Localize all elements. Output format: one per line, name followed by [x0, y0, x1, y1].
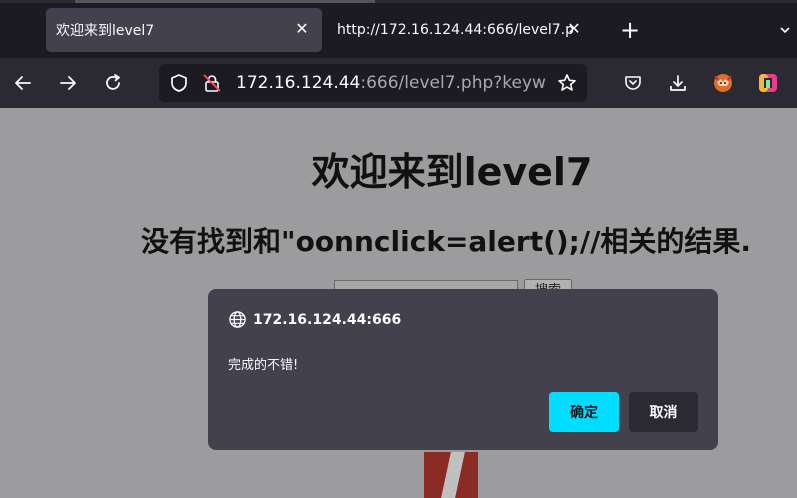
search-result-text: 没有找到和"oonnclick=alert();//相关的结果.	[141, 225, 751, 258]
reload-icon[interactable]	[100, 70, 126, 96]
close-tab-icon[interactable]: ✕	[566, 21, 582, 37]
pocket-icon[interactable]	[620, 70, 646, 96]
back-icon[interactable]	[10, 70, 36, 96]
insecure-lock-icon[interactable]	[202, 73, 222, 93]
close-tab-icon[interactable]: ✕	[294, 21, 310, 37]
cancel-button[interactable]: 取消	[629, 392, 698, 432]
url-text[interactable]: 172.16.124.44:666/level7.php?keyword	[236, 73, 546, 93]
page-heading: 欢迎来到level7	[311, 150, 593, 194]
url-host: 172.16.124.44	[236, 73, 361, 93]
tab-title: 欢迎来到level7	[56, 23, 155, 39]
nav-toolbar: 172.16.124.44:666/level7.php?keyword	[0, 58, 797, 108]
extension-fox-icon[interactable]	[710, 70, 736, 96]
globe-icon	[229, 311, 246, 328]
tab-strip: 欢迎来到level7 ✕ http://172.16.124.44:666/le…	[0, 0, 797, 58]
url-path: :666/level7.php?keyword	[360, 73, 546, 93]
dialog-origin: 172.16.124.44:666	[228, 310, 401, 329]
shield-icon[interactable]	[169, 73, 189, 93]
dialog-origin-text: 172.16.124.44:666	[253, 311, 402, 328]
ok-button[interactable]: 确定	[549, 392, 619, 432]
forward-icon[interactable]	[55, 70, 81, 96]
extension-colorful-icon[interactable]	[755, 70, 781, 96]
new-tab-icon[interactable]: +	[619, 18, 641, 42]
downloads-icon[interactable]	[665, 70, 691, 96]
dialog-message: 完成的不错!	[228, 358, 299, 373]
bookmark-star-icon[interactable]	[557, 73, 577, 93]
url-bar[interactable]: 172.16.124.44:666/level7.php?keyword	[159, 64, 587, 102]
tab-strip-top-border	[0, 0, 797, 3]
tab-title: http://172.16.124.44:666/level7.php?keyw…	[337, 22, 573, 38]
alert-dialog: 172.16.124.44:666 完成的不错! 确定 取消	[208, 289, 718, 450]
tab-level7[interactable]: 欢迎来到level7 ✕	[46, 8, 322, 52]
tab-level7-url[interactable]: http://172.16.124.44:666/level7.php?keyw…	[327, 8, 594, 52]
level-image	[424, 452, 478, 498]
list-all-tabs-icon[interactable]	[778, 22, 792, 36]
